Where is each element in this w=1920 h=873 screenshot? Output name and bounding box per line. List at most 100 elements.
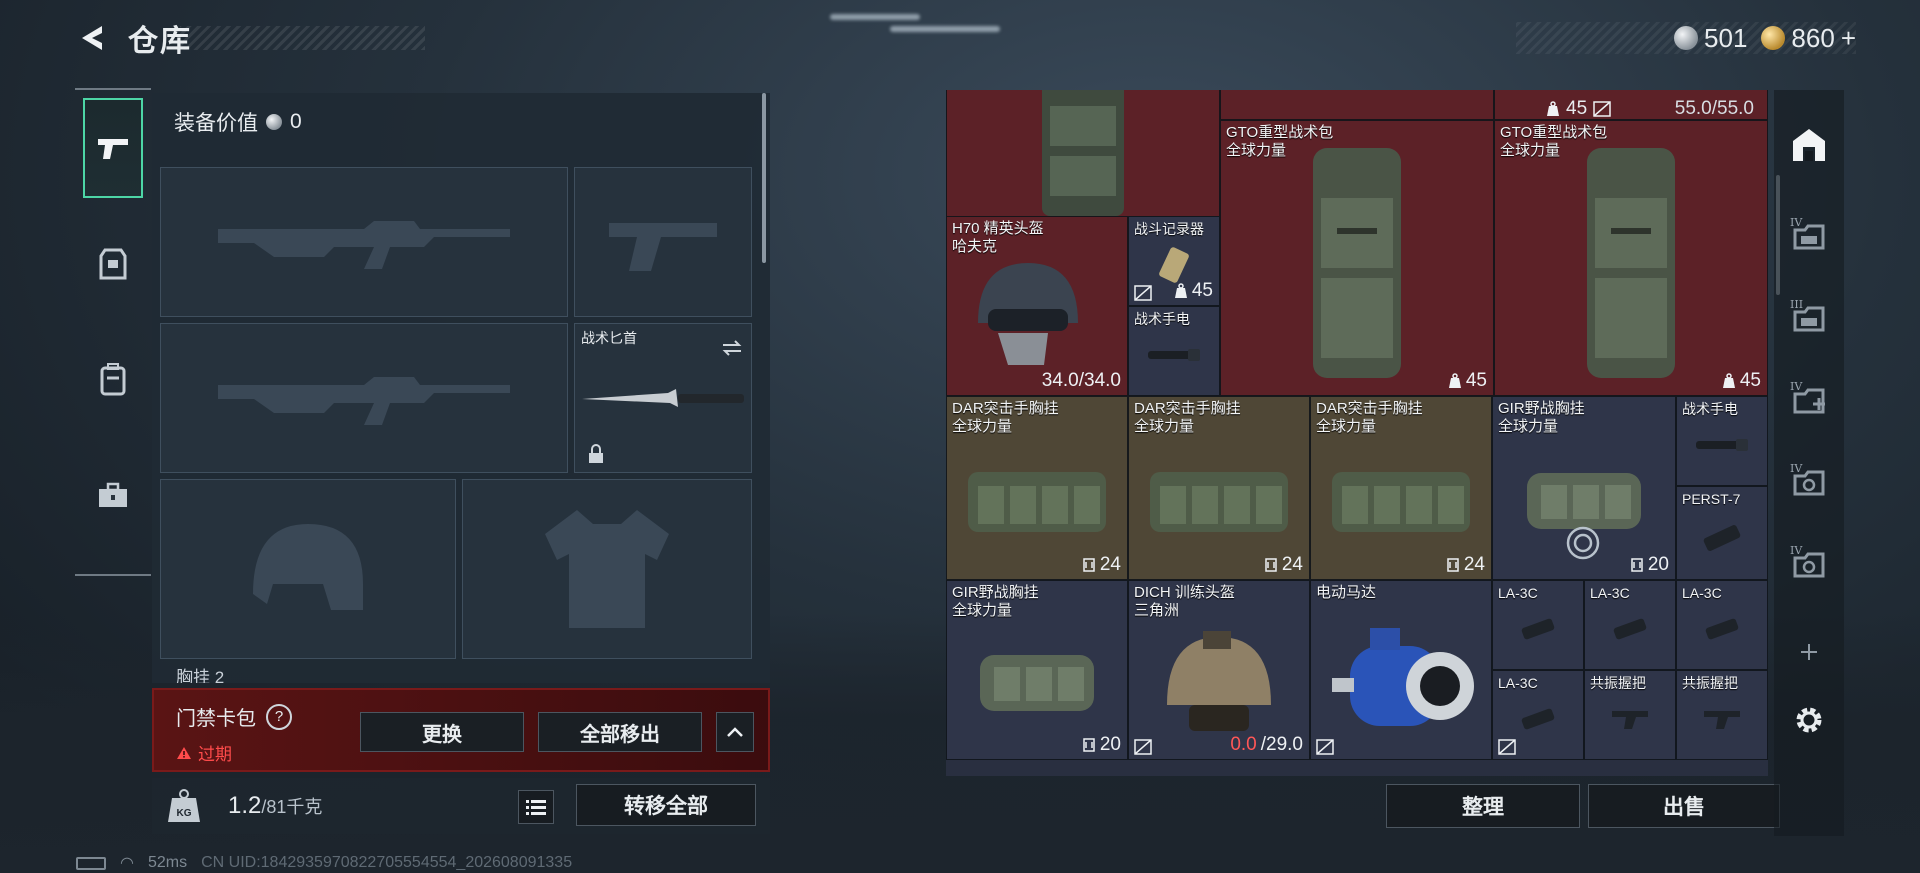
- sell-button[interactable]: 出售: [1588, 784, 1780, 828]
- tab-stash-main[interactable]: [1774, 110, 1844, 180]
- item-count-value: 24: [1099, 554, 1121, 575]
- no-insure-icon: [1134, 285, 1152, 301]
- item-tactical-flashlight[interactable]: 战术手电: [1676, 396, 1768, 486]
- transfer-all-button[interactable]: 转移全部: [576, 784, 756, 826]
- item-count: 45: [1174, 280, 1213, 302]
- tab-stash-iv-2[interactable]: IV: [1774, 366, 1844, 436]
- rifle-silhouette-icon: [218, 377, 510, 425]
- item-name: LA-3C: [1590, 585, 1630, 601]
- armor-grade-icon: [1447, 558, 1459, 572]
- tab-stash-iii[interactable]: III: [1774, 284, 1844, 354]
- item-name: LA-3C: [1682, 585, 1722, 601]
- pistol-icon: [98, 139, 128, 159]
- armor-slot[interactable]: [462, 479, 752, 659]
- knife-slot[interactable]: 战术匕首: [574, 323, 752, 473]
- ceiling-light: [890, 26, 1000, 32]
- item-la-3c[interactable]: LA-3C: [1492, 580, 1584, 670]
- tab-weapons[interactable]: [83, 98, 143, 198]
- armor-vest-silhouette-icon: [545, 510, 669, 628]
- item-gto-backpack[interactable]: GTO重型战术包 全球力量 45: [1494, 120, 1768, 396]
- item-name: 共振握把: [1590, 675, 1646, 691]
- gold-currency[interactable]: 860 +: [1761, 23, 1856, 54]
- item-name: DAR突击手胸挂 全球力量: [1316, 400, 1423, 435]
- item-count-value: 24: [1463, 554, 1485, 575]
- item-name: 共振握把: [1682, 675, 1738, 691]
- motor-item-icon: [1332, 627, 1474, 726]
- item-tactical-flashlight[interactable]: 战术手电: [1128, 306, 1220, 396]
- item-h70-helmet[interactable]: H70 精英头盔 哈夫克 34.0/34.0: [946, 216, 1128, 396]
- durability-max: /29.0: [1260, 734, 1303, 755]
- item-resonance-grip[interactable]: 共振握把: [1676, 670, 1768, 760]
- pistol-silhouette-icon: [609, 223, 717, 271]
- heavy-backpack-icon: [1313, 148, 1401, 379]
- tier-label: IV: [1790, 380, 1803, 393]
- stash-top-count: 45: [1566, 98, 1588, 119]
- item-dar-chest-rig[interactable]: DAR突击手胸挂 全球力量 24: [946, 396, 1128, 580]
- equipment-value-label: 装备价值: [174, 112, 258, 135]
- item-la-3c[interactable]: LA-3C: [1584, 580, 1676, 670]
- item-name: 战术手电: [1134, 311, 1190, 327]
- item-resonance-grip[interactable]: 共振握把: [1584, 670, 1676, 760]
- item-gir-chest-rig[interactable]: GIR野战胸挂 全球力量 20: [946, 580, 1128, 760]
- equipment-scrollbar[interactable]: [762, 93, 766, 263]
- stash-capacity: 55.0/55.0: [1674, 98, 1754, 119]
- replace-button[interactable]: 更换: [360, 712, 524, 752]
- target-marker-icon: [1566, 526, 1600, 560]
- gold-amount: 860: [1791, 22, 1835, 53]
- tier-label: IV: [1790, 216, 1803, 229]
- chest-rig-item-icon: [980, 654, 1094, 711]
- help-icon[interactable]: ?: [266, 703, 292, 730]
- item-name: H70 精英头盔 哈夫克: [952, 220, 1044, 255]
- loadout-tab-bar: [75, 88, 151, 576]
- settings-button[interactable]: [1774, 690, 1844, 750]
- attachment-item-icon: [1613, 619, 1647, 640]
- item-gto-backpack[interactable]: GTO重型战术包 全球力量 45: [1220, 120, 1494, 396]
- tab-backpack[interactable]: [75, 322, 151, 438]
- tab-toolbox[interactable]: [75, 438, 151, 554]
- swap-icon[interactable]: [721, 340, 743, 356]
- item-strip[interactable]: [1220, 90, 1494, 120]
- item-dar-chest-rig[interactable]: DAR突击手胸挂 全球力量 24: [1128, 396, 1310, 580]
- collapse-button[interactable]: [716, 712, 754, 752]
- list-icon: [526, 800, 546, 815]
- item-count: 45: [1448, 370, 1487, 392]
- item-la-3c[interactable]: LA-3C: [1676, 580, 1768, 670]
- sidearm-slot[interactable]: [574, 167, 752, 317]
- item-dar-chest-rig[interactable]: DAR突击手胸挂 全球力量 24: [1310, 396, 1492, 580]
- item-durability: 0.0/29.0: [1230, 734, 1303, 756]
- tier-label: III: [1790, 298, 1804, 311]
- no-insure-icon: [1316, 739, 1334, 755]
- expired-status: 过期: [176, 740, 232, 765]
- list-view-button[interactable]: [518, 790, 554, 824]
- item-count: 24: [1446, 554, 1485, 576]
- battery-icon: [76, 856, 106, 870]
- helmet-slot[interactable]: [160, 479, 456, 659]
- item-dich-helmet[interactable]: DICH 训练头盔 三角洲 0.0/29.0: [1128, 580, 1310, 760]
- stash-top-stats: 45: [1546, 98, 1611, 120]
- tab-stash-iv-1[interactable]: IV: [1774, 202, 1844, 272]
- tab-stash-iv-4[interactable]: IV: [1774, 530, 1844, 600]
- item-name: 战术手电: [1682, 401, 1738, 417]
- item-name: LA-3C: [1498, 585, 1538, 601]
- back-button[interactable]: [72, 18, 110, 58]
- item-la-3c[interactable]: LA-3C: [1492, 670, 1584, 760]
- move-all-out-button[interactable]: 全部移出: [538, 712, 702, 752]
- laser-module-icon: [1703, 524, 1741, 551]
- item-perst-7[interactable]: PERST-7: [1676, 486, 1768, 580]
- organize-button[interactable]: 整理: [1386, 784, 1580, 828]
- add-stash-tab-button[interactable]: [1774, 622, 1844, 682]
- item-electric-motor[interactable]: 电动马达: [1310, 580, 1492, 760]
- attachment-item-icon: [1521, 709, 1555, 730]
- chest-rig-count: 2: [214, 668, 225, 683]
- item-gir-chest-rig[interactable]: GIR野战胸挂 全球力量 20: [1492, 396, 1676, 580]
- add-currency-icon[interactable]: +: [1841, 23, 1856, 54]
- primary-weapon-slot[interactable]: [160, 167, 568, 317]
- gear-icon: [1796, 707, 1822, 733]
- status-bar: ◠ 52ms CN UID:1842935970822705554554_202…: [76, 853, 572, 873]
- grip-item-icon: [1704, 711, 1740, 730]
- tab-stash-iv-3[interactable]: IV: [1774, 448, 1844, 518]
- home-base-icon: [1793, 129, 1825, 161]
- tab-helmet-armor[interactable]: [75, 206, 151, 322]
- plus-icon: [1801, 644, 1817, 660]
- secondary-weapon-slot[interactable]: [160, 323, 568, 473]
